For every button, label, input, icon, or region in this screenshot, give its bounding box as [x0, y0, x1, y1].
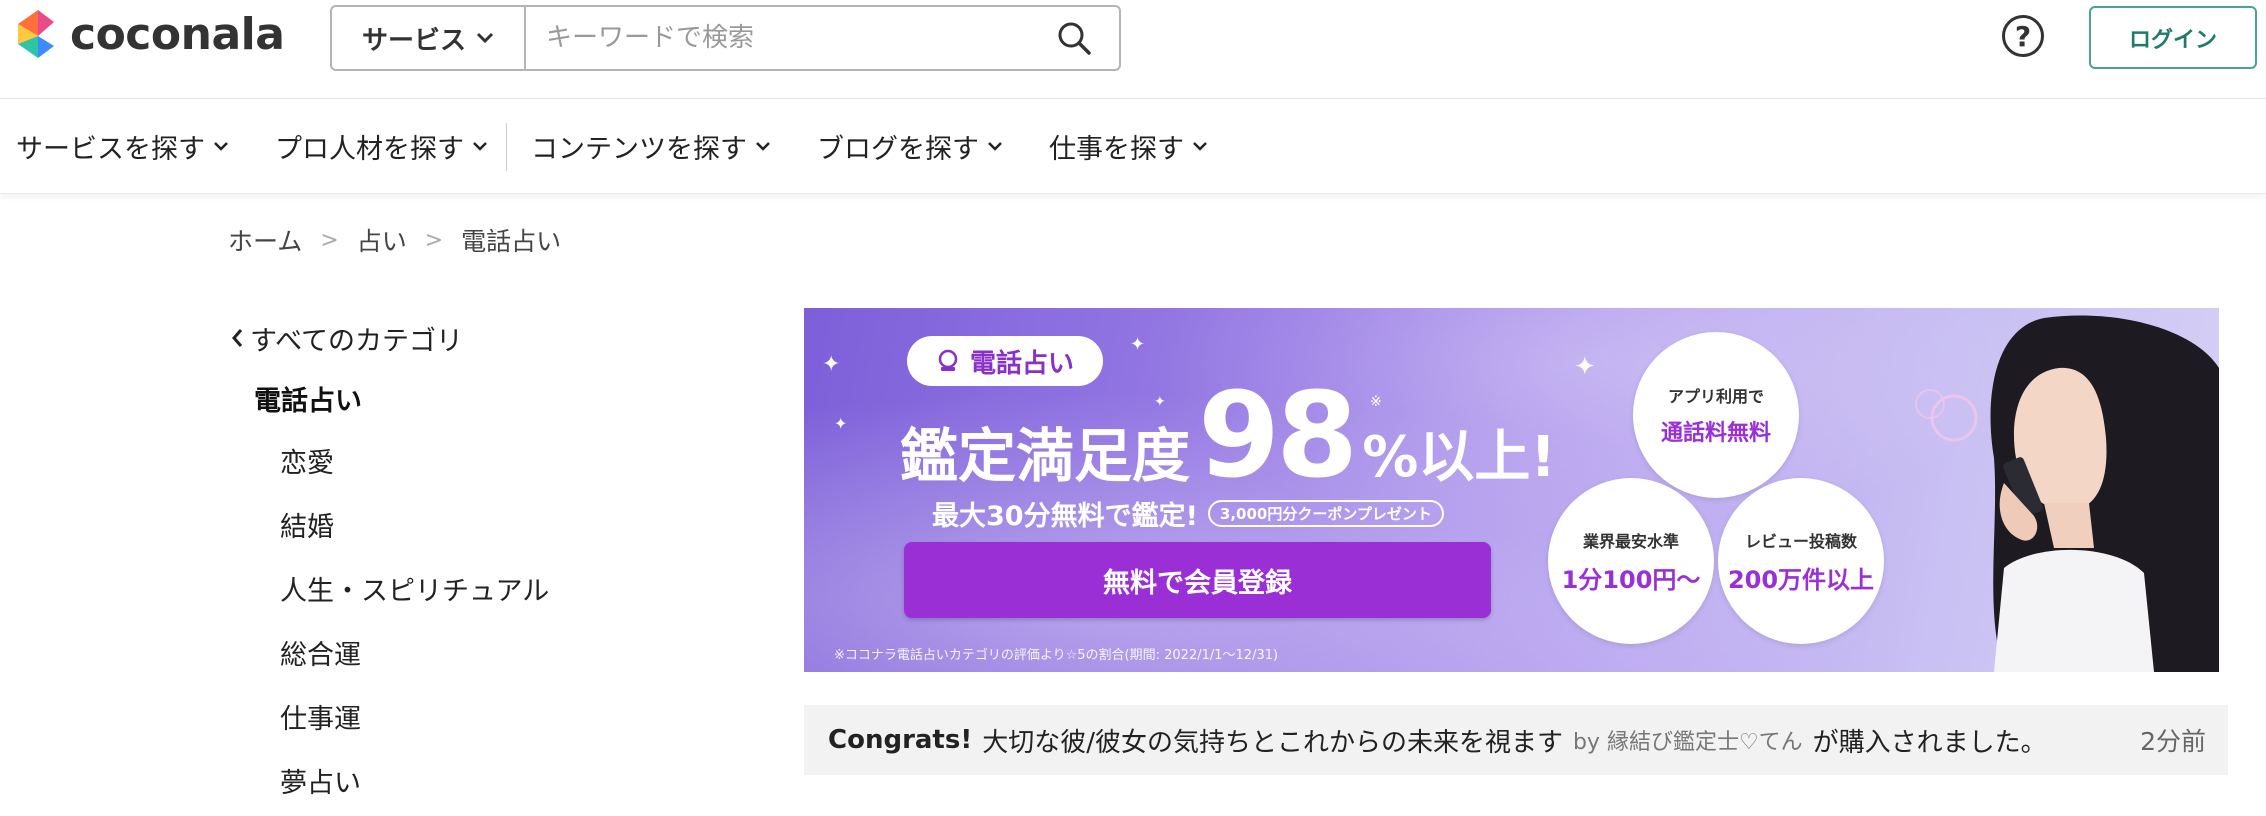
sidebar-item[interactable]: 仕事運	[230, 688, 750, 752]
chevron-down-icon	[473, 142, 487, 151]
login-button[interactable]: ログイン	[2089, 6, 2257, 69]
sidebar-item[interactable]: 結婚	[230, 496, 750, 560]
sidebar-item[interactable]: 総合運	[230, 624, 750, 688]
headline-suffix: %以上!	[1362, 425, 1556, 490]
search-button[interactable]	[1029, 7, 1119, 69]
notification-suffix: が購入されました。	[1812, 727, 2047, 758]
breadcrumb-separator: >	[424, 227, 444, 253]
search-input[interactable]	[526, 7, 1029, 69]
promo-banner[interactable]: ✦ ✦ ✦ ✦ ✦ 電話占い 鑑定満足度 98 %以上! ※ 最大30分無料で鑑…	[804, 308, 2219, 672]
breadcrumb: ホーム > 占い > 電話占い	[228, 222, 561, 258]
nav-item-label: プロ人材を探す	[275, 134, 464, 165]
sidebar-subcategory-list: 恋愛 結婚 人生・スピリチュアル 総合運 仕事運 夢占い	[230, 432, 750, 816]
feature-value: 通話料無料	[1660, 421, 1771, 446]
headline-number: 98	[1198, 366, 1358, 504]
logo-text: coconala	[70, 8, 285, 60]
banner-footnote: ※ココナラ電話占いカテゴリの評価より☆5の割合(期間: 2022/1/1〜12/…	[834, 648, 1279, 663]
nav-item-contents[interactable]: コンテンツを探す	[531, 100, 771, 193]
banner-subline: 最大30分無料で鑑定! 3,000円分クーポンプレゼント	[932, 494, 1444, 533]
nav-item-pro[interactable]: プロ人材を探す	[275, 100, 488, 193]
nav-item-blog[interactable]: ブログを探す	[817, 100, 1003, 193]
coconala-logo-icon	[18, 10, 54, 58]
feature-caption: レビュー投稿数	[1744, 531, 1857, 551]
feature-value: 200万件以上	[1727, 565, 1875, 594]
all-categories-label: すべてのカテゴリ	[250, 325, 464, 357]
notification-seller: by 縁結び鑑定士♡てん	[1572, 730, 1803, 755]
nav-item-label: コンテンツを探す	[531, 134, 747, 165]
breadcrumb-home[interactable]: ホーム	[228, 222, 302, 258]
feature-value: 1分100円〜	[1561, 565, 1701, 594]
chevron-down-icon	[476, 32, 494, 44]
purchase-notification[interactable]: Congrats! 大切な彼/彼女の気持ちとこれからの未来を視ます by 縁結び…	[804, 705, 2228, 775]
sidebar-item[interactable]: 人生・スピリチュアル	[230, 560, 750, 624]
help-icon[interactable]: ?	[2002, 15, 2044, 57]
woman-on-phone-illustration	[1915, 315, 2219, 672]
search-category-label: サービス	[361, 25, 466, 56]
search-bar: サービス	[330, 5, 1121, 71]
nav-item-label: 仕事を探す	[1049, 134, 1184, 165]
sidebar-current-category[interactable]: 電話占い	[230, 378, 750, 426]
notification-time: 2分前	[2140, 727, 2206, 756]
chevron-down-icon	[1193, 142, 1207, 151]
sparkle-icon: ✦	[822, 352, 841, 377]
chevron-down-icon	[988, 142, 1002, 151]
all-categories-link[interactable]: すべてのカテゴリ	[230, 314, 750, 362]
chevron-down-icon	[214, 142, 228, 151]
headline-prefix: 鑑定満足度	[900, 422, 1191, 490]
coupon-tag: 3,000円分クーポンプレゼント	[1207, 500, 1444, 527]
sidebar-item[interactable]: 恋愛	[230, 432, 750, 496]
sparkle-icon: ✦	[1130, 334, 1146, 355]
notification-title: Congrats!	[828, 725, 973, 755]
category-sidebar: すべてのカテゴリ 電話占い 恋愛 結婚 人生・スピリチュアル 総合運 仕事運 夢…	[230, 314, 750, 816]
headline-asterisk: ※	[1370, 394, 1382, 410]
breadcrumb-fortune[interactable]: 占い	[357, 222, 407, 258]
breadcrumb-current: 電話占い	[461, 227, 562, 256]
banner-headline: 鑑定満足度 98 %以上!	[900, 366, 1556, 504]
feature-circle-reviews: レビュー投稿数 200万件以上	[1718, 478, 1884, 644]
sparkle-icon: ✦	[1574, 352, 1596, 382]
search-category-select[interactable]: サービス	[332, 7, 526, 69]
register-free-button[interactable]: 無料で会員登録	[904, 542, 1491, 618]
breadcrumb-separator: >	[320, 227, 339, 253]
nav-item-label: ブログを探す	[817, 134, 979, 165]
category-nav: サービスを探す プロ人材を探す コンテンツを探す ブログを探す 仕事を探す	[0, 100, 2266, 194]
subline-text: 最大30分無料で鑑定!	[932, 501, 1198, 532]
nav-item-jobs[interactable]: 仕事を探す	[1049, 100, 1208, 193]
sparkle-icon: ✦	[834, 414, 848, 433]
feature-circle-free-call: アプリ利用で 通話料無料	[1633, 332, 1799, 498]
chevron-left-icon	[232, 329, 243, 347]
feature-circle-lowest-price: 業界最安水準 1分100円〜	[1548, 478, 1714, 644]
logo[interactable]: coconala	[14, 8, 285, 60]
nav-item-services[interactable]: サービスを探す	[16, 100, 229, 193]
feature-caption: アプリ利用で	[1667, 387, 1764, 406]
search-icon	[1058, 22, 1091, 55]
nav-item-label: サービスを探す	[16, 134, 205, 165]
chevron-down-icon	[756, 142, 770, 151]
site-header: coconala サービス ? ログイン	[0, 0, 2266, 99]
notification-service[interactable]: 大切な彼/彼女の気持ちとこれからの未来を視ます	[982, 722, 1563, 759]
feature-caption: 業界最安水準	[1582, 531, 1679, 551]
nav-divider	[506, 122, 507, 171]
sidebar-item[interactable]: 夢占い	[230, 752, 750, 816]
